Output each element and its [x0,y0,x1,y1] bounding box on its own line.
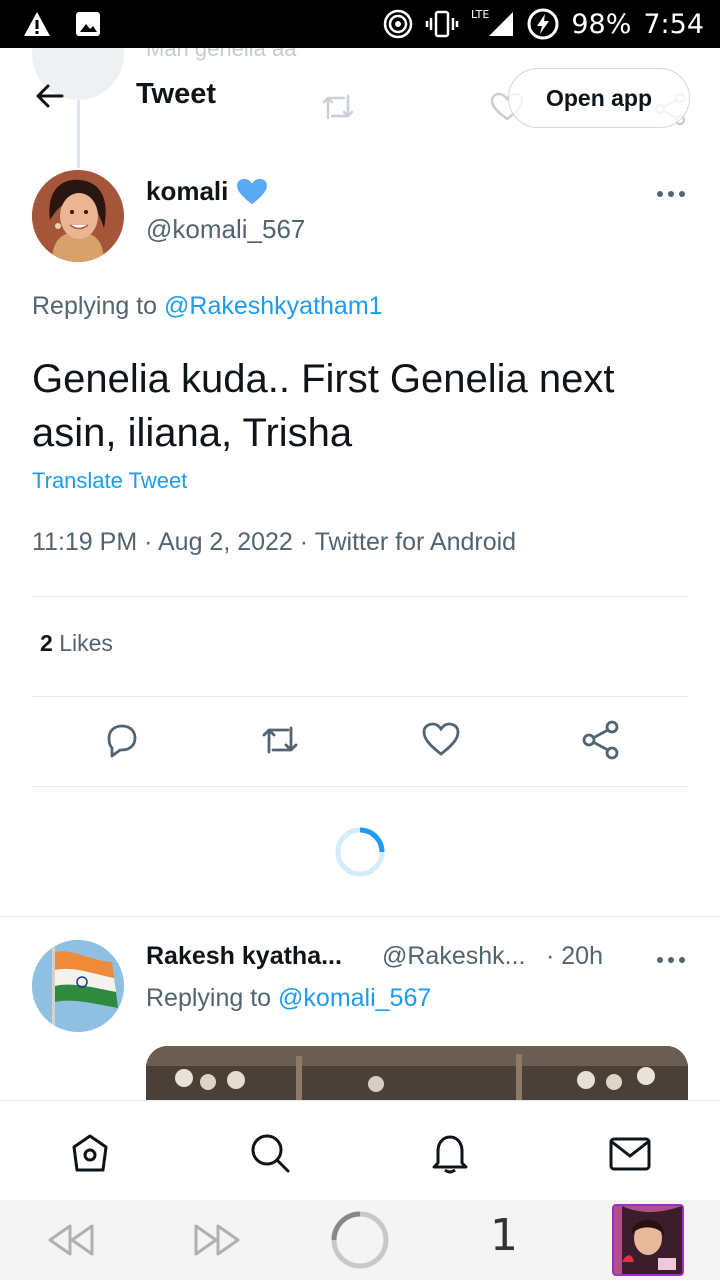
translate-tweet-link[interactable]: Translate Tweet [32,468,187,494]
ghost-retweet-icon [322,94,354,120]
vibrate-icon [425,10,459,38]
likes-label: Likes [59,630,113,656]
author-name[interactable]: komali [146,176,268,207]
reply-icon[interactable] [101,720,141,760]
image-icon [76,12,100,36]
back-arrow-icon[interactable] [32,78,68,114]
messages-envelope-icon[interactable] [608,1131,652,1175]
clock: 7:54 [643,8,704,40]
reply-mention-link[interactable]: @komali_567 [278,984,431,1012]
warning-icon [24,12,50,36]
home-icon[interactable] [68,1131,112,1175]
section-divider [0,916,720,917]
replying-prefix: Replying to [32,292,158,320]
tweet-meta: 11:19 PM · Aug 2, 2022 · Twitter for And… [32,528,517,556]
retweet-icon[interactable] [260,720,300,760]
divider [32,596,688,597]
author-avatar[interactable] [32,170,124,262]
reply-author-avatar[interactable] [32,940,124,1032]
reply-replying-prefix: Replying to [146,984,272,1012]
likes-number: 2 [40,630,53,656]
share-icon[interactable] [581,720,621,760]
author-name-text[interactable]: komali [146,176,228,207]
verified-heart-icon [237,178,268,204]
back-rewind-icon[interactable] [46,1220,96,1260]
battery-percent: 98% [571,8,632,40]
top-header: Tweet Open app [0,48,720,148]
battery-charging-icon [527,8,559,40]
network-type: LTE [471,7,490,21]
tweet-actions [0,720,720,764]
like-heart-icon[interactable] [421,720,461,760]
author-handle[interactable]: @komali_567 [146,214,305,245]
tweet-text: Genelia kuda.. First Genelia next asin, … [32,357,615,455]
page-title: Tweet [136,78,217,110]
search-icon[interactable] [248,1131,292,1175]
reply-author-handle[interactable]: @Rakeshk... [382,942,525,971]
replying-to: Replying to @Rakeshkyatham1 [32,292,383,321]
reply-media-image[interactable] [146,1046,688,1106]
reply-replying-to: Replying to @komali_567 [146,984,431,1013]
hotspot-icon [383,9,413,39]
divider [32,696,688,697]
signal-icon [489,12,514,36]
likes-count[interactable]: 2 Likes [40,630,113,657]
divider [32,786,688,787]
reload-icon[interactable] [330,1210,390,1270]
loading-spinner-icon [335,827,385,877]
reply-more-options-icon[interactable] [656,950,686,970]
reply-timestamp[interactable]: · 20h [546,942,603,971]
reply-author-name[interactable]: Rakesh kyatha... [146,942,342,971]
tab-count[interactable]: 1 [490,1210,518,1261]
forward-icon[interactable] [192,1220,242,1260]
replying-mention-link[interactable]: @Rakeshkyatham1 [164,292,383,320]
browser-toolbar: 1 [0,1200,720,1280]
status-bar: LTE 98% 7:54 [0,0,720,48]
bottom-navigation [0,1100,720,1200]
notifications-bell-icon[interactable] [428,1131,472,1175]
open-app-button[interactable]: Open app [508,68,690,128]
profile-thumbnail[interactable] [612,1204,684,1276]
more-options-icon[interactable] [656,184,686,204]
